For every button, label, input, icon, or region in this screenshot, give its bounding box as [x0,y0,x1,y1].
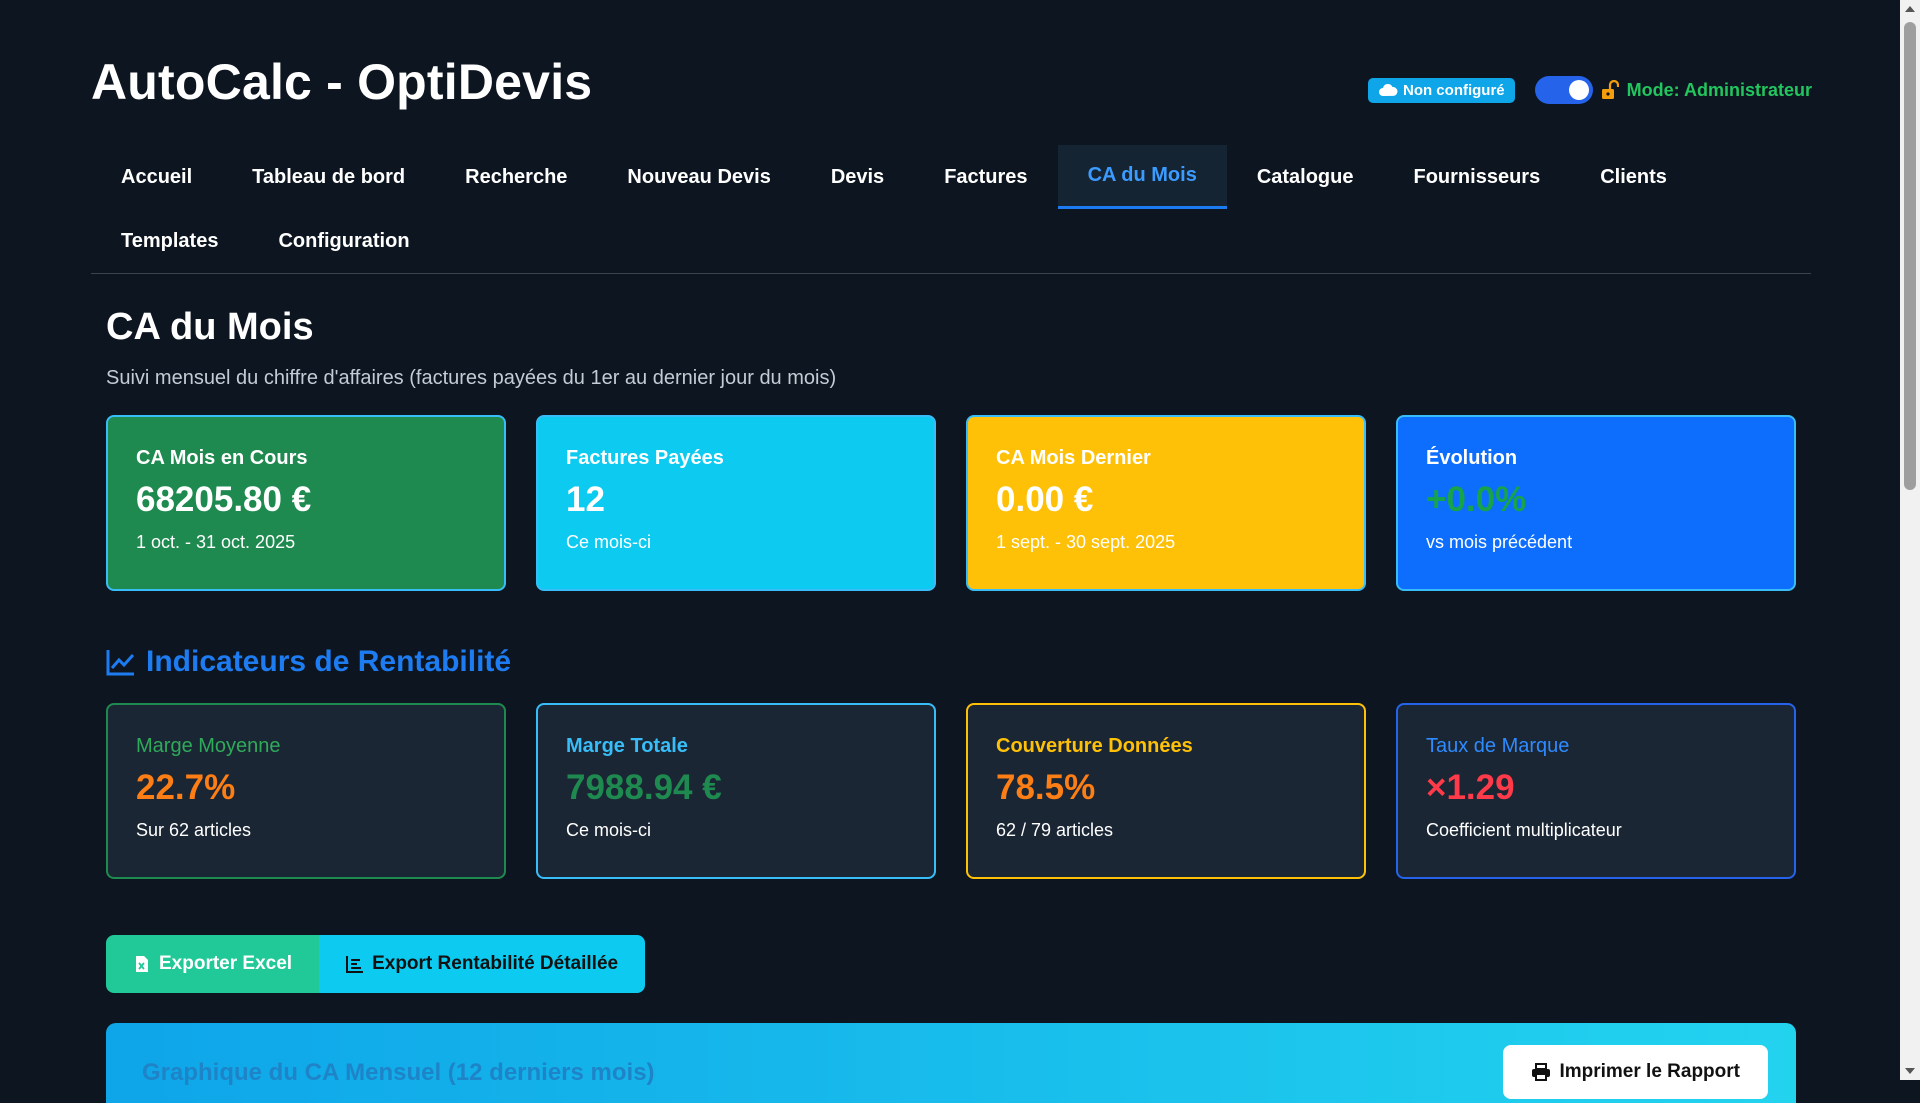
nav-templates[interactable]: Templates [91,209,248,273]
export-excel-button[interactable]: Exporter Excel [106,935,320,993]
cloud-status-label: Non configuré [1402,81,1505,99]
admin-mode-toggle-wrap: Mode: Administrateur [1534,76,1812,104]
admin-mode-toggle[interactable] [1534,76,1593,104]
kpi-card-title: Évolution [1426,447,1518,469]
profit-card-title: Couverture Données [996,735,1193,757]
profitability-section-label: Indicateurs de Rentabilité [146,645,512,678]
cloud-status-badge[interactable]: Non configuré [1367,77,1515,103]
scroll-down-arrow-icon[interactable] [1905,1068,1915,1074]
scroll-up-arrow-icon[interactable] [1905,6,1915,12]
kpi-card-title: Factures Payées [566,447,724,469]
nav-catalogue[interactable]: Catalogue [1227,145,1384,209]
mode-label: Mode: Administrateur [1626,79,1812,100]
profit-card-marge-moyenne: Marge Moyenne 22.7% Sur 62 articles [106,703,506,879]
kpi-card-value: 0.00 € [996,480,1094,519]
nav-tableau-de-bord[interactable]: Tableau de bord [222,145,435,209]
profit-card-value: 7988.94 € [566,768,722,807]
kpi-cards: CA Mois en Cours 68205.80 € 1 oct. - 31 … [106,415,1796,591]
cloud-icon [1378,83,1398,96]
kpi-card-subtitle: Ce mois-ci [566,532,652,552]
app-title: AutoCalc - OptiDevis [91,54,593,110]
profit-card-taux-de-marque: Taux de Marque ×1.29 Coefficient multipl… [1396,703,1796,879]
report-title: Graphique du CA Mensuel (12 derniers moi… [142,1059,655,1086]
line-chart-icon [106,650,135,676]
monthly-report-panel: Graphique du CA Mensuel (12 derniers moi… [106,1023,1796,1103]
kpi-card-evolution: Évolution +0.0% vs mois précédent [1396,415,1796,591]
nav-fournisseurs[interactable]: Fournisseurs [1384,145,1571,209]
nav-factures[interactable]: Factures [914,145,1057,209]
kpi-card-ca-mois-dernier: CA Mois Dernier 0.00 € 1 sept. - 30 sept… [966,415,1366,591]
nav-clients[interactable]: Clients [1570,145,1697,209]
profit-card-subtitle: 62 / 79 articles [996,820,1114,840]
profit-card-marge-totale: Marge Totale 7988.94 € Ce mois-ci [536,703,936,879]
main-nav: Accueil Tableau de bord Recherche Nouvea… [91,145,1811,274]
kpi-card-value: 68205.80 € [136,480,312,519]
excel-file-icon [136,956,148,972]
scrollbar-thumb[interactable] [1904,22,1916,490]
printer-icon [1532,1063,1551,1081]
profit-card-couverture-donnees: Couverture Données 78.5% 62 / 79 article… [966,703,1366,879]
kpi-card-value: +0.0% [1426,480,1527,519]
app-page: AutoCalc - OptiDevis Non configuré Mode:… [0,0,1900,1103]
profit-card-title: Taux de Marque [1426,735,1570,757]
page-subtitle: Suivi mensuel du chiffre d'affaires (fac… [106,367,837,389]
profitability-cards: Marge Moyenne 22.7% Sur 62 articles Marg… [106,703,1796,879]
kpi-card-title: CA Mois Dernier [996,447,1151,469]
vertical-scrollbar[interactable] [1900,0,1920,1080]
profit-card-value: ×1.29 [1426,768,1515,807]
kpi-card-subtitle: vs mois précédent [1426,532,1573,552]
profit-card-subtitle: Sur 62 articles [136,820,252,840]
print-report-button[interactable]: Imprimer le Rapport [1503,1045,1768,1099]
kpi-card-title: CA Mois en Cours [136,447,308,469]
profit-card-value: 22.7% [136,768,236,807]
nav-ca-du-mois[interactable]: CA du Mois [1057,145,1227,209]
profit-card-title: Marge Totale [566,735,688,757]
profit-card-subtitle: Coefficient multiplicateur [1426,820,1622,840]
export-excel-label: Exporter Excel [159,953,293,974]
kpi-card-factures-payees: Factures Payées 12 Ce mois-ci [536,415,936,591]
nav-devis[interactable]: Devis [801,145,914,209]
export-detailed-button[interactable]: Export Rentabilité Détaillée [319,935,646,993]
profitability-section-title: Indicateurs de Rentabilité [106,645,511,679]
header-controls: Non configuré Mode: Administrateur [1367,76,1812,104]
kpi-card-ca-mois-en-cours: CA Mois en Cours 68205.80 € 1 oct. - 31 … [106,415,506,591]
kpi-card-subtitle: 1 sept. - 30 sept. 2025 [996,532,1176,552]
profit-card-value: 78.5% [996,768,1096,807]
kpi-card-value: 12 [566,480,605,519]
nav-configuration[interactable]: Configuration [248,209,439,273]
profit-card-subtitle: Ce mois-ci [566,820,652,840]
kpi-card-subtitle: 1 oct. - 31 oct. 2025 [136,532,296,552]
nav-accueil[interactable]: Accueil [91,145,222,209]
export-detailed-label: Export Rentabilité Détaillée [372,953,619,974]
nav-nouveau-devis[interactable]: Nouveau Devis [597,145,800,209]
page-title: CA du Mois [106,306,314,348]
nav-recherche[interactable]: Recherche [435,145,597,209]
export-button-group: Exporter Excel Export Rentabilité Détail… [106,935,646,993]
table-list-icon [346,956,364,973]
toggle-knob [1568,80,1589,100]
unlock-icon [1601,80,1619,99]
profit-card-title: Marge Moyenne [136,735,281,757]
